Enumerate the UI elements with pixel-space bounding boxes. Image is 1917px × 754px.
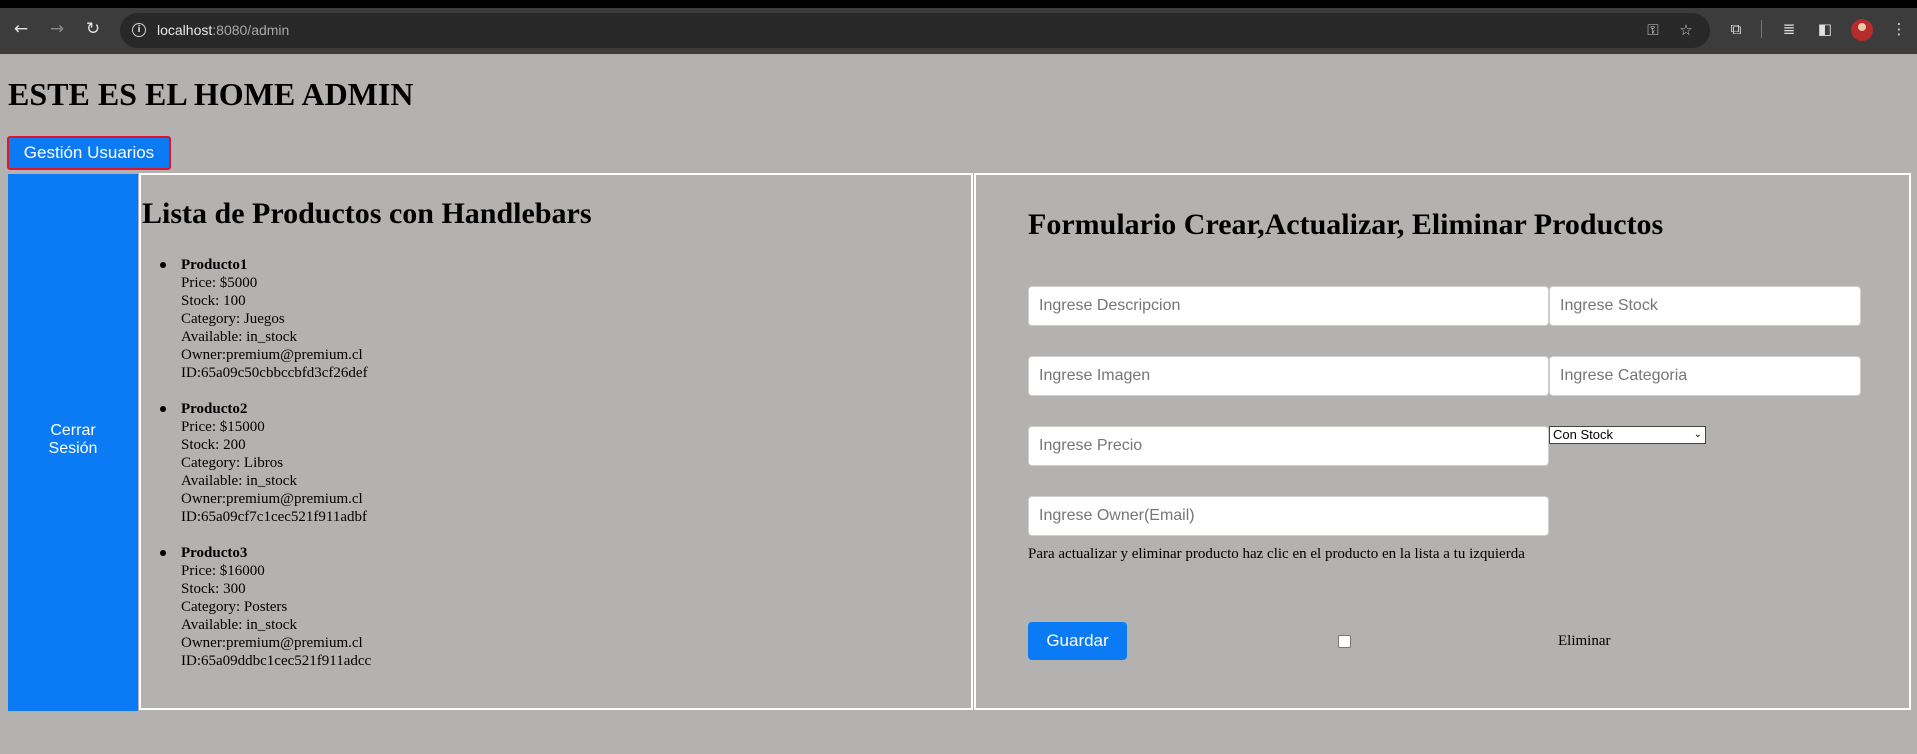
bookmark-star-icon[interactable]: ☆ [1675, 19, 1697, 41]
chevron-down-icon: ⌄ [1693, 429, 1702, 440]
stock-status-select[interactable]: Con Stock ⌄ [1549, 426, 1706, 444]
product-available: Available: in_stock [181, 329, 297, 345]
back-icon[interactable]: ← [7, 15, 35, 43]
form-hint-text: Para actualizar y eliminar producto haz … [1028, 546, 1525, 562]
product-price: Price: $15000 [181, 419, 265, 435]
price-input[interactable] [1028, 426, 1549, 466]
product-id: ID:65a09c50cbbccbfd3cf26def [181, 365, 368, 381]
forward-icon[interactable]: → [43, 15, 71, 43]
url-path: :8080/admin [212, 22, 290, 38]
product-available: Available: in_stock [181, 617, 297, 633]
product-item[interactable]: Producto2 Price: $15000 Stock: 200 Categ… [160, 400, 371, 526]
product-stock: Stock: 300 [181, 581, 246, 597]
list-bullet [160, 550, 166, 556]
save-button[interactable]: Guardar [1028, 622, 1127, 660]
page-title: ESTE ES EL HOME ADMIN [8, 76, 414, 112]
product-list-panel: Lista de Productos con Handlebars Produc… [139, 173, 973, 710]
product-owner: Owner:premium@premium.cl [181, 491, 363, 507]
product-category: Category: Posters [181, 599, 288, 615]
url-host: localhost [157, 22, 213, 38]
product-item[interactable]: Producto3 Price: $16000 Stock: 300 Categ… [160, 544, 372, 670]
product-name: Producto1 [181, 257, 248, 273]
product-id: ID:65a09ddbc1cec521f911adcc [181, 653, 372, 669]
list-bullet [160, 262, 166, 268]
product-stock: Stock: 200 [181, 437, 246, 453]
media-control-icon[interactable]: ≣ [1777, 17, 1801, 41]
product-list: Producto1 Price: $5000 Stock: 100 Catego… [160, 256, 372, 688]
stock-status-value: Con Stock [1553, 427, 1613, 442]
product-name: Producto2 [181, 401, 248, 417]
site-info-icon[interactable]: i [132, 23, 146, 37]
user-management-button[interactable]: Gestión Usuarios [7, 136, 171, 170]
category-input[interactable] [1549, 356, 1861, 396]
product-owner: Owner:premium@premium.cl [181, 347, 363, 363]
list-bullet [160, 406, 166, 412]
toolbar-divider [1761, 20, 1762, 38]
product-item[interactable]: Producto1 Price: $5000 Stock: 100 Catego… [160, 256, 371, 382]
side-panel-icon[interactable]: ◧ [1813, 17, 1837, 41]
sidebar: Cerrar Sesión [8, 174, 138, 711]
extensions-icon[interactable]: ⧉ [1724, 17, 1748, 41]
owner-email-input[interactable] [1028, 496, 1549, 536]
profile-avatar[interactable] [1851, 19, 1873, 41]
description-input[interactable] [1028, 286, 1549, 326]
url-text[interactable]: localhost:8080/admin [157, 22, 289, 38]
menu-icon[interactable]: ⋮ [1887, 17, 1911, 41]
product-available: Available: in_stock [181, 473, 297, 489]
product-owner: Owner:premium@premium.cl [181, 635, 363, 651]
tab-strip [0, 0, 1917, 8]
product-id: ID:65a09cf7c1cec521f911adbf [181, 509, 368, 525]
delete-checkbox[interactable] [1338, 635, 1351, 648]
product-category: Category: Juegos [181, 311, 285, 327]
logout-button[interactable]: Cerrar Sesión [8, 422, 138, 458]
product-list-title: Lista de Productos con Handlebars [142, 197, 592, 230]
image-input[interactable] [1028, 356, 1549, 396]
reload-icon[interactable]: ↻ [79, 15, 107, 43]
product-price: Price: $5000 [181, 275, 258, 291]
key-icon[interactable]: ⚿ [1642, 19, 1664, 41]
stock-input[interactable] [1549, 286, 1861, 326]
browser-toolbar: ← → ↻ i localhost:8080/admin ⚿ ☆ ⧉ ≣ ◧ ⋮ [0, 0, 1917, 54]
delete-label: Eliminar [1558, 633, 1611, 649]
product-stock: Stock: 100 [181, 293, 246, 309]
form-title: Formulario Crear,Actualizar, Eliminar Pr… [1028, 208, 1664, 241]
product-name: Producto3 [181, 545, 248, 561]
product-price: Price: $16000 [181, 563, 265, 579]
product-form-panel: Formulario Crear,Actualizar, Eliminar Pr… [974, 173, 1911, 710]
product-category: Category: Libros [181, 455, 284, 471]
address-bar[interactable]: i localhost:8080/admin ⚿ ☆ [120, 13, 1710, 48]
